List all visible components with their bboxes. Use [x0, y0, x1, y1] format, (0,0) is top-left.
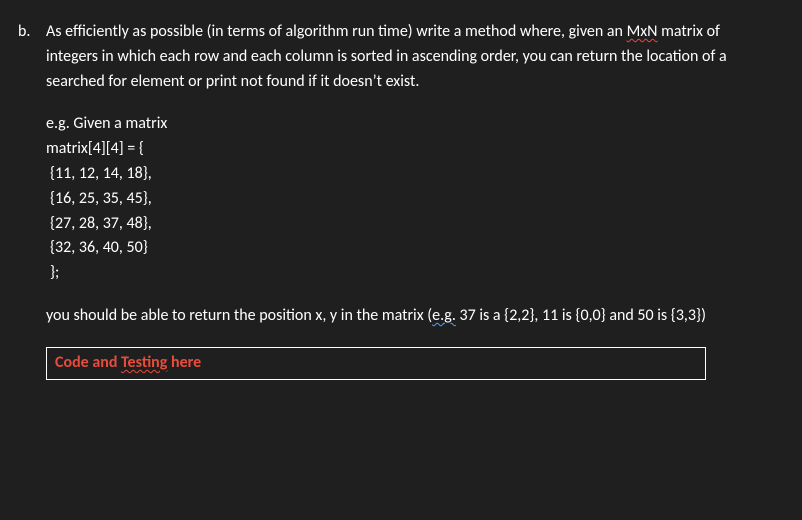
- codebox-pre: Code and: [55, 353, 121, 372]
- codebox-testing: Testing: [121, 353, 167, 372]
- document-page: b. As efficiently as possible (in terms …: [0, 0, 802, 520]
- explanation-paragraph: you should be able to return the positio…: [46, 304, 762, 329]
- matrix-close: };: [46, 261, 762, 286]
- codebox-post: here: [167, 353, 201, 372]
- prompt-text-3: exist.: [382, 72, 419, 91]
- code-and-testing-box[interactable]: Code and Testing here: [46, 347, 706, 380]
- list-item-marker: b.: [18, 22, 30, 41]
- eg-abbrev: e.g.: [432, 306, 456, 325]
- doesnt-word: doesn’t: [333, 72, 382, 91]
- matrix-row-2: {27, 28, 37, 48},: [46, 212, 762, 237]
- matrix-row-1: {16, 25, 35, 45},: [46, 187, 762, 212]
- example-intro: e.g. Given a matrix: [46, 112, 762, 137]
- example-block: e.g. Given a matrix matrix[4][4] = { {11…: [46, 112, 762, 286]
- matrix-row-0: {11, 12, 14, 18},: [46, 162, 762, 187]
- question-prompt: As efficiently as possible (in terms of …: [46, 20, 762, 94]
- matrix-row-3: {32, 36, 40, 50}: [46, 236, 762, 261]
- explain-post: 37 is a {2,2}, 11 is {0,0} and 50 is {3,…: [456, 306, 706, 325]
- question-content: As efficiently as possible (in terms of …: [46, 20, 762, 380]
- matrix-declaration: matrix[4][4] = {: [46, 137, 762, 162]
- prompt-text-1: As efficiently as possible (in terms of …: [46, 22, 627, 41]
- mxn-term: MxN: [627, 22, 658, 41]
- explain-pre: you should be able to return the positio…: [46, 306, 432, 325]
